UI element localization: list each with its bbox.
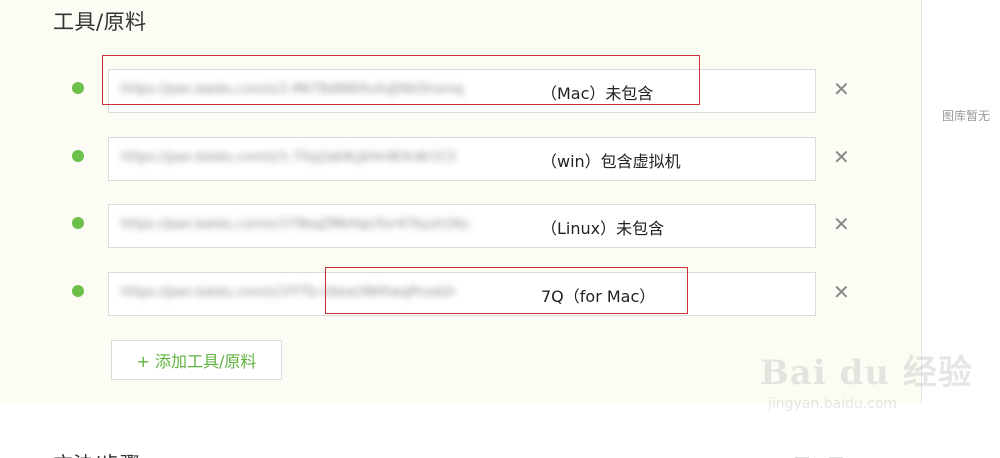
tool-url: https://pan.baidu.com/s/1-7Xq2ab9LJkHnW3… <box>121 150 457 165</box>
remove-icon[interactable]: ✕ <box>833 79 850 99</box>
watermark-logo: Bai du 经验 <box>760 353 973 393</box>
section-title: 工具/原料 <box>53 10 147 34</box>
tool-suffix: （Linux）未包含 <box>539 215 667 239</box>
status-dot-icon <box>72 285 84 297</box>
tool-input-4[interactable]: https://pan.baidu.com/s/1fYTb-Ubkw3NHtwq… <box>108 272 816 316</box>
step-toolbar <box>795 452 863 458</box>
tool-suffix: （Mac）未包含 <box>539 80 656 104</box>
steps-section-title: 方法/步骤 <box>53 448 140 458</box>
tool-suffix: 7Q（for Mac） <box>539 283 658 307</box>
gallery-empty-text: 图库暂无 <box>942 109 991 123</box>
status-dot-icon <box>72 82 84 94</box>
tool-row-1: https://pan.baidu.com/s/1-MkT8dNWXvXqD6k… <box>0 69 922 113</box>
tool-input-2[interactable]: https://pan.baidu.com/s/1-7Xq2ab9LJkHnW3… <box>108 137 816 181</box>
status-dot-icon <box>72 150 84 162</box>
tool-row-3: https://pan.baidu.com/s/1Y9bqZMkHqU3vr47… <box>0 204 922 248</box>
tool-suffix: （win）包含虚拟机 <box>539 148 683 172</box>
tools-panel: 工具/原料 https://pan.baidu.com/s/1-MkT8dNWX… <box>0 0 922 404</box>
add-tool-button[interactable]: + 添加工具/原料 <box>111 340 282 380</box>
tool-row-2: https://pan.baidu.com/s/1-7Xq2ab9LJkHnW3… <box>0 137 922 181</box>
remove-icon[interactable]: ✕ <box>833 147 850 167</box>
watermark: Bai du 经验 jingyan.baidu.com <box>760 345 973 412</box>
tool-url: https://pan.baidu.com/s/1Y9bqZMkHqU3vr47… <box>121 217 470 232</box>
watermark-url: jingyan.baidu.com <box>768 396 898 412</box>
tool-input-1[interactable]: https://pan.baidu.com/s/1-MkT8dNWXvXqD6k… <box>108 69 816 113</box>
editor-stage: 工具/原料 https://pan.baidu.com/s/1-MkT8dNWX… <box>0 0 1000 458</box>
remove-icon[interactable]: ✕ <box>833 214 850 234</box>
tool-url: https://pan.baidu.com/s/1-MkT8dNWXvXqD6k… <box>121 82 464 97</box>
tool-url: https://pan.baidu.com/s/1fYTb-Ubkw3NHtwq… <box>121 285 456 300</box>
remove-icon[interactable]: ✕ <box>833 282 850 302</box>
tool-row-4: https://pan.baidu.com/s/1fYTb-Ubkw3NHtwq… <box>0 272 922 316</box>
tool-input-3[interactable]: https://pan.baidu.com/s/1Y9bqZMkHqU3vr47… <box>108 204 816 248</box>
status-dot-icon <box>72 217 84 229</box>
